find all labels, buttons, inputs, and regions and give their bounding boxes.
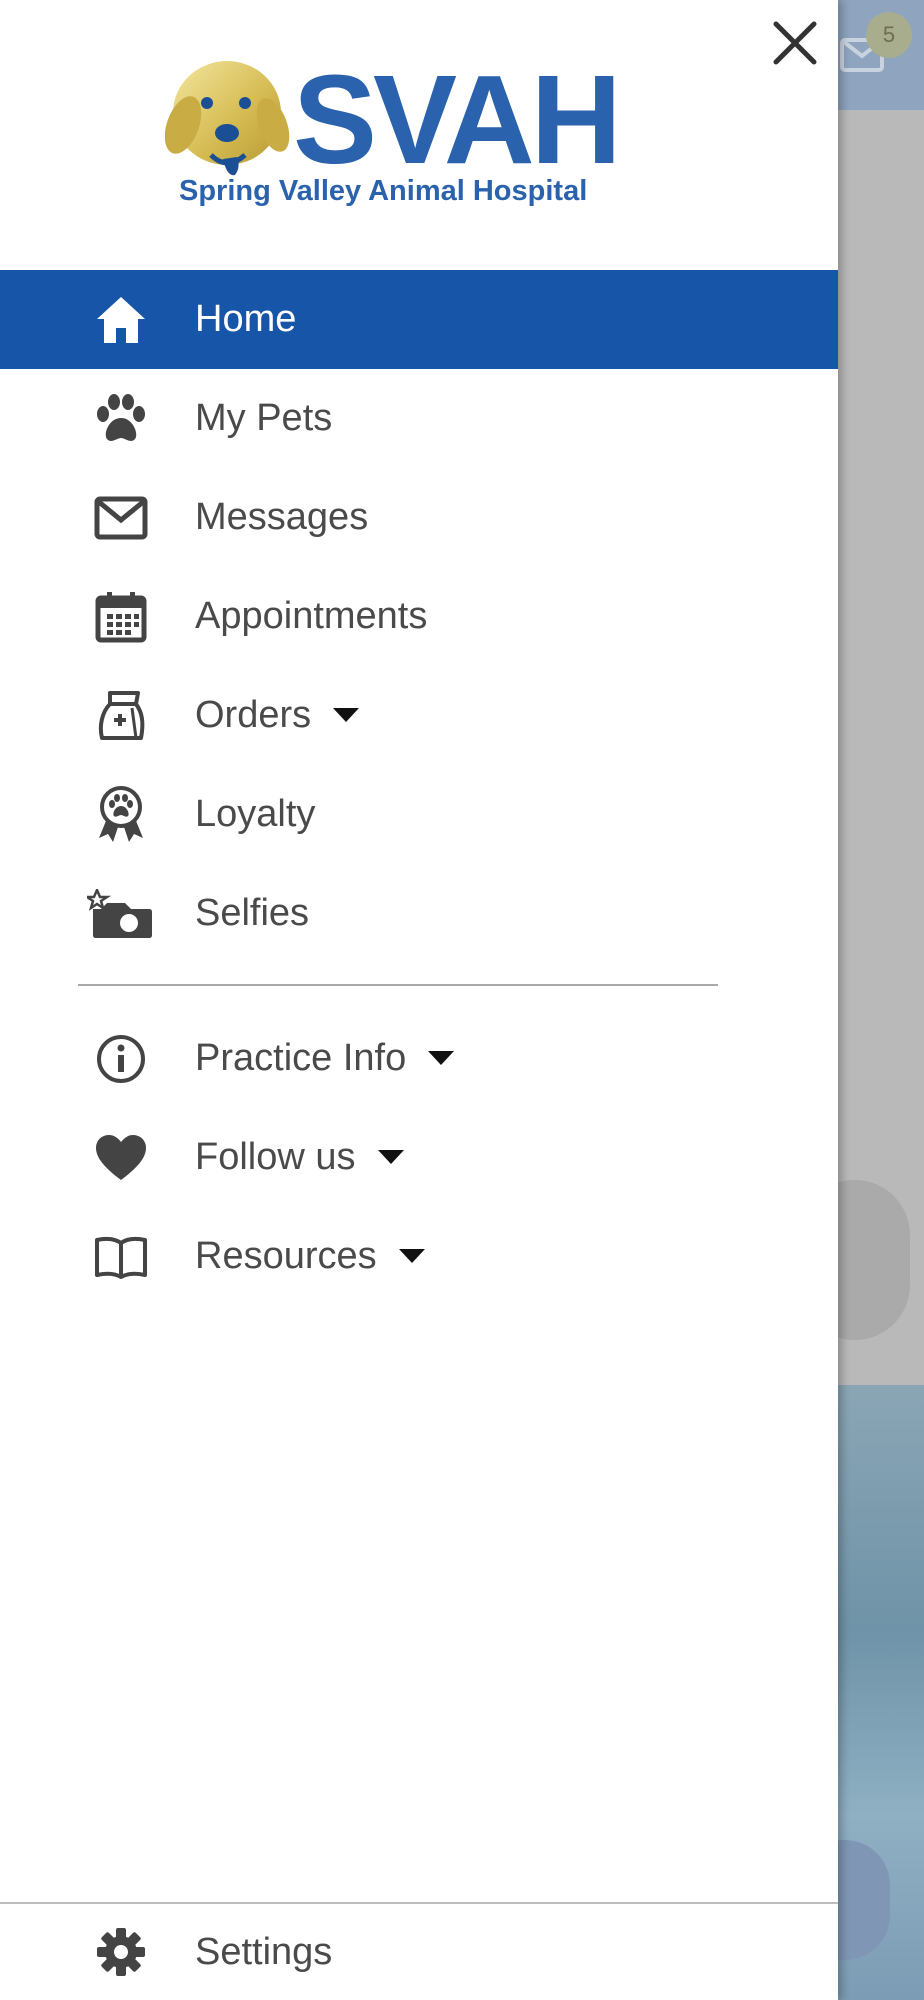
nav-label-practice-info: Practice Info [195,1037,455,1080]
nav-item-settings[interactable]: Settings [0,1904,838,2000]
envelope-icon [92,489,150,547]
menu-divider [78,984,718,986]
nav-item-selfies[interactable]: Selfies [0,864,838,963]
nav-item-practice-info[interactable]: Practice Info [0,1009,838,1108]
nav-item-loyalty[interactable]: Loyalty [0,765,838,864]
paw-icon [92,390,150,448]
nav-label-resources: Resources [195,1235,425,1278]
nav-label-messages: Messages [195,496,369,538]
orders-dropdown-caret[interactable] [333,707,360,722]
nav-label-settings: Settings [195,1930,333,1973]
nav-label-home: Home [195,298,297,340]
nav-item-appointments[interactable]: Appointments [0,567,838,666]
nav-item-orders[interactable]: Orders [0,666,838,765]
medicine-bag-icon [92,687,150,745]
camera-star-icon [86,885,154,943]
practice-info-dropdown-caret[interactable] [428,1050,455,1065]
nav-item-follow-us[interactable]: Follow us [0,1108,838,1207]
nav-label-orders: Orders [195,694,360,737]
gear-icon [92,1923,150,1981]
nav-label-appointments: Appointments [195,595,428,637]
resources-dropdown-caret[interactable] [398,1248,425,1263]
close-drawer-button[interactable] [770,18,820,68]
nav-label-follow-us: Follow us [195,1136,404,1179]
logo-wordmark: SVAH [293,55,618,190]
nav-label-selfies: Selfies [195,892,310,934]
message-count-badge: 5 [866,12,912,58]
secondary-navigation: Practice Info Follow us Resources [0,1009,838,1306]
award-ribbon-icon [92,785,150,844]
dog-logo-icon [165,61,290,176]
navigation-drawer: SVAH Spring Valley Animal Hospital Home … [0,0,838,2000]
nav-label-my-pets: My Pets [195,397,333,439]
nav-item-my-pets[interactable]: My Pets [0,369,838,468]
primary-navigation: Home My Pets Messages Appointments Order… [0,270,838,963]
heart-icon [92,1129,150,1187]
nav-item-home[interactable]: Home [0,270,838,369]
close-icon [773,21,817,65]
logo-subtitle: Spring Valley Animal Hospital [179,175,587,207]
nav-item-messages[interactable]: Messages [0,468,838,567]
book-icon [92,1228,150,1286]
home-icon [92,291,150,349]
calendar-icon [92,588,150,646]
info-icon [92,1030,150,1088]
follow-us-dropdown-caret[interactable] [377,1149,404,1164]
nav-item-resources[interactable]: Resources [0,1207,838,1306]
svah-logo: SVAH Spring Valley Animal Hospital [165,55,622,207]
nav-label-loyalty: Loyalty [195,793,316,835]
